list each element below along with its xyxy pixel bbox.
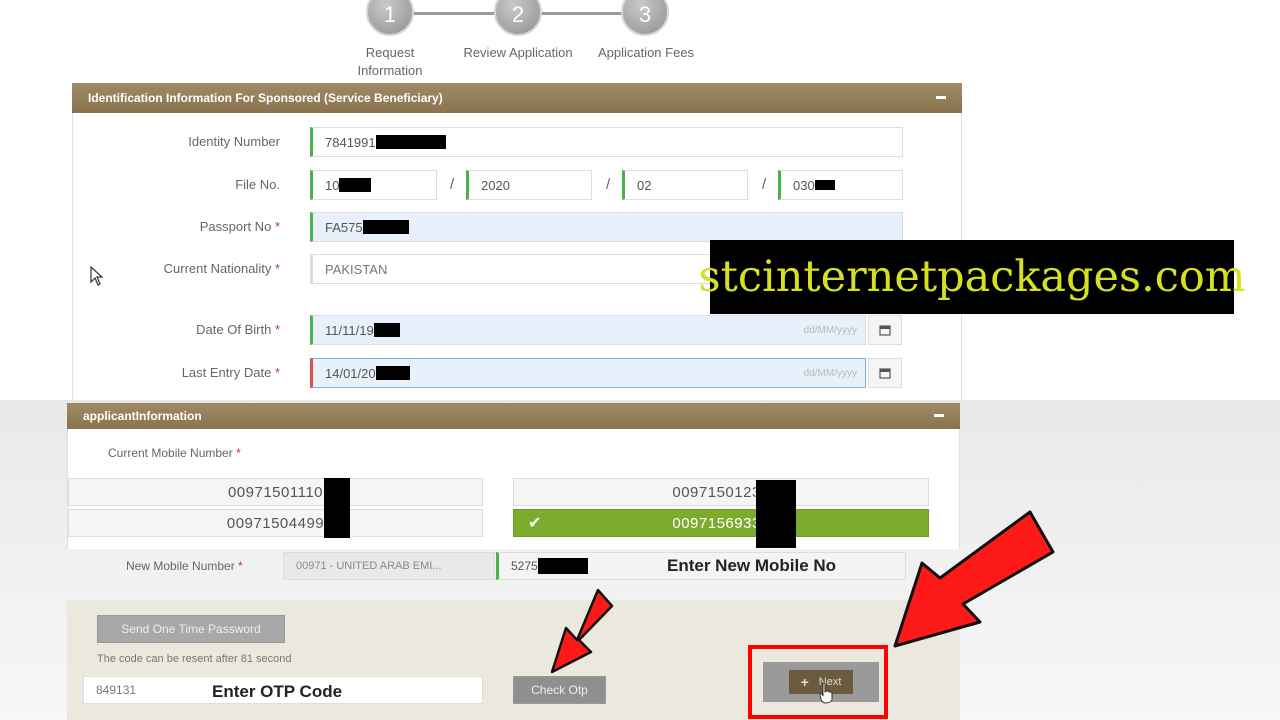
redaction-bar [375,366,410,380]
calendar-icon[interactable] [868,315,902,345]
hand-cursor-icon [818,682,834,709]
redaction-bar [375,135,446,149]
new-mobile-label: New Mobile Number * [126,559,243,573]
dob-label: Date Of Birth * [80,322,280,337]
required-mark: * [274,219,280,234]
enter-otp-caption: Enter OTP Code [212,682,343,701]
identity-number-field[interactable]: 7841991 [310,127,903,157]
file-no-part-1-value: 10 [325,177,340,193]
step-2-circle[interactable]: 2 [494,0,542,36]
dob-field[interactable]: 11/11/19 dd/MM/yyyy [310,315,866,345]
dob-label-text: Date Of Birth [196,322,272,337]
file-no-separator: / [450,176,455,193]
current-mobile-label-text: Current Mobile Number [108,446,233,460]
calendar-icon[interactable] [868,358,902,388]
mobile-option-2[interactable]: 00971501230 [513,478,929,506]
passport-no-label: Passport No * [80,219,280,234]
last-entry-placeholder: dd/MM/yyyy [803,367,857,379]
identification-panel-title: Identification Information For Sponsored… [88,91,443,105]
mobile-option-1[interactable]: 00971501110 [68,478,483,506]
file-no-part-3[interactable]: 02 [622,170,748,200]
file-no-part-2[interactable]: 2020 [466,170,592,200]
required-mark: * [274,365,280,380]
collapse-icon[interactable] [934,414,944,417]
required-mark: * [274,261,280,276]
collapse-icon[interactable] [936,96,946,99]
passport-no-value: FA575 [325,219,363,235]
last-entry-label-text: Last Entry Date [181,365,272,380]
last-entry-label: Last Entry Date * [80,365,280,380]
send-otp-button[interactable]: Send One Time Password [97,615,285,643]
nationality-label: Current Nationality * [80,261,280,276]
check-otp-button[interactable]: Check Otp [513,676,606,704]
required-mark: * [238,559,243,573]
redaction-bar [756,480,796,548]
file-no-part-4[interactable]: 030 [778,170,903,200]
file-no-separator: / [762,176,767,193]
redaction-bar [324,478,350,538]
resend-note: The code can be resent after 81 second [97,653,292,665]
identity-number-label: Identity Number [188,134,280,149]
step-3-circle[interactable]: 3 [621,0,669,36]
file-no-separator: / [606,176,611,193]
step-1-label: Request Information [340,44,440,80]
step-1-label-line2: Information [357,63,423,78]
new-mobile-label-text: New Mobile Number [126,559,235,573]
last-entry-value: 14/01/20 [325,365,376,381]
redaction-bar [373,323,400,337]
file-no-part-1[interactable]: 10 [310,170,437,200]
passport-no-label-text: Passport No [199,219,272,234]
identity-number-value: 7841991 [325,134,376,150]
redaction-bar [814,180,835,190]
step-2-label: Review Application [463,45,573,60]
nationality-label-text: Current Nationality [163,261,272,276]
dob-placeholder: dd/MM/yyyy [803,324,857,336]
new-mobile-value: 5275 [511,559,538,573]
file-no-part-3-value: 02 [637,177,652,193]
last-entry-field[interactable]: 14/01/20 dd/MM/yyyy [310,358,866,388]
redaction-bar [339,178,372,192]
applicant-panel-header[interactable]: applicantInformation [67,403,960,429]
step-1-label-line1: Request [365,45,415,60]
applicant-panel-title: applicantInformation [83,409,202,423]
required-mark: * [236,446,241,460]
file-no-label: File No. [235,177,280,192]
dob-value: 11/11/19 [325,322,374,338]
enter-new-mobile-caption: Enter New Mobile No [667,556,837,575]
redaction-bar [537,558,588,574]
progress-stepper: 1 Request Information 2 Review Applicati… [340,0,720,80]
mobile-option-4-selected[interactable]: ✔ 00971569330 [513,509,929,537]
otp-value: 849131 [96,683,137,697]
checkmark-icon: ✔ [528,515,542,532]
passport-no-field[interactable]: FA575 [310,212,903,242]
redaction-bar [362,220,409,234]
watermark-banner: stcinternetpackages.com [699,240,1246,314]
file-no-part-4-value: 030 [793,177,815,193]
current-mobile-label: Current Mobile Number * [108,446,241,460]
step-1-circle[interactable]: 1 [366,0,414,36]
mobile-option-3[interactable]: 00971504499 [68,509,483,537]
step-3-label: Application Fees [597,45,695,60]
required-mark: * [274,322,280,337]
country-code-select[interactable]: 00971 - UNITED ARAB EMI... [283,552,495,580]
file-no-part-2-value: 2020 [481,177,510,193]
identification-panel-header[interactable]: Identification Information For Sponsored… [72,83,962,113]
